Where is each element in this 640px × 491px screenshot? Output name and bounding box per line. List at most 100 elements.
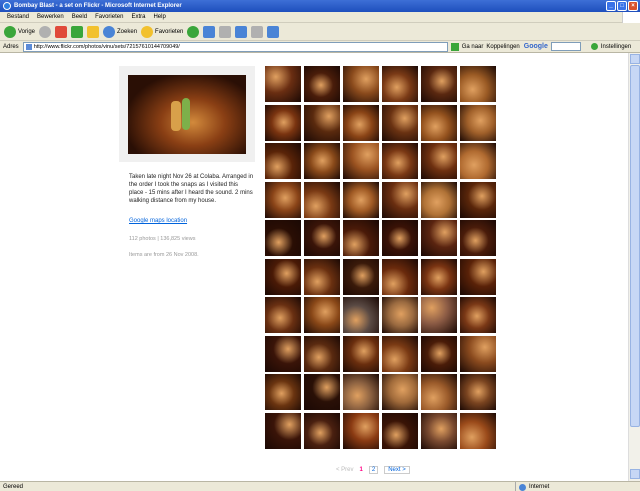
photo-thumbnail[interactable] — [265, 220, 301, 256]
photo-thumbnail[interactable] — [343, 374, 379, 410]
scroll-thumb[interactable] — [630, 65, 640, 427]
minimize-button[interactable]: _ — [606, 1, 616, 11]
photo-thumbnail[interactable] — [382, 297, 418, 333]
favorites-button[interactable]: Favorieten — [141, 25, 183, 38]
google-search-input[interactable] — [550, 42, 581, 51]
photo-thumbnail[interactable] — [265, 104, 301, 141]
refresh-icon[interactable] — [71, 25, 84, 38]
menu-bewerken[interactable]: Bewerken — [33, 14, 68, 20]
photo-thumbnail[interactable] — [265, 66, 301, 102]
print-icon[interactable] — [219, 25, 232, 38]
photo-thumbnail[interactable] — [265, 258, 301, 295]
photo-thumbnail[interactable] — [382, 181, 418, 218]
photo-thumbnail[interactable] — [265, 181, 301, 218]
photo-thumbnail[interactable] — [421, 335, 457, 372]
photo-thumbnail[interactable] — [460, 374, 496, 410]
search-button[interactable]: Zoeken — [103, 25, 137, 38]
maximize-button[interactable]: □ — [617, 1, 627, 11]
photo-thumbnail[interactable] — [460, 335, 496, 372]
home-icon[interactable] — [87, 25, 100, 38]
photo-thumbnail[interactable] — [421, 297, 457, 333]
photo-thumbnail[interactable] — [343, 297, 379, 333]
photo-thumbnail[interactable] — [460, 220, 496, 256]
photo-thumbnail[interactable] — [382, 66, 418, 102]
settings-icon[interactable] — [590, 43, 598, 50]
close-button[interactable]: × — [628, 1, 638, 11]
photo-thumbnail[interactable] — [421, 143, 457, 179]
photo-thumbnail[interactable] — [304, 374, 340, 410]
photo-thumbnail[interactable] — [343, 335, 379, 372]
photo-thumbnail[interactable] — [343, 220, 379, 256]
page-2[interactable]: 2 — [368, 466, 379, 474]
photo-thumbnail[interactable] — [460, 104, 496, 141]
menu-bar: Bestand Bewerken Beeld Favorieten Extra … — [0, 12, 640, 23]
menu-extra[interactable]: Extra — [127, 14, 149, 20]
photo-thumbnail[interactable] — [304, 66, 340, 102]
menu-favorieten[interactable]: Favorieten — [91, 14, 127, 20]
photo-thumbnail[interactable] — [460, 181, 496, 218]
photo-thumbnail[interactable] — [343, 66, 379, 102]
photo-thumbnail[interactable] — [421, 181, 457, 218]
photo-thumbnail[interactable] — [304, 181, 340, 218]
forward-arrow-icon[interactable] — [39, 25, 52, 38]
photo-thumbnail[interactable] — [343, 412, 379, 449]
photo-thumbnail[interactable] — [265, 374, 301, 410]
menu-beeld[interactable]: Beeld — [68, 14, 91, 20]
settings-button[interactable]: Instellingen — [601, 44, 631, 50]
menu-help[interactable]: Help — [149, 14, 169, 20]
photo-thumbnail[interactable] — [304, 297, 340, 333]
google-logo: Google — [523, 43, 548, 50]
photo-thumbnail[interactable] — [460, 297, 496, 333]
photo-thumbnail[interactable] — [421, 412, 457, 449]
links-button[interactable]: Koppelingen — [486, 44, 519, 50]
photo-thumbnail[interactable] — [460, 412, 496, 449]
photo-thumbnail[interactable] — [421, 66, 457, 102]
back-button[interactable]: Vorige — [4, 25, 35, 38]
photo-thumbnail[interactable] — [460, 258, 496, 295]
photo-thumbnail[interactable] — [343, 258, 379, 295]
photo-thumbnail[interactable] — [265, 297, 301, 333]
photo-grid — [265, 66, 496, 450]
messenger-icon[interactable] — [267, 25, 280, 38]
photo-thumbnail[interactable] — [421, 220, 457, 256]
history-icon[interactable] — [187, 25, 200, 38]
edit-icon[interactable] — [235, 25, 248, 38]
scroll-down-arrow[interactable] — [630, 469, 640, 479]
photo-thumbnail[interactable] — [304, 335, 340, 372]
vertical-scrollbar[interactable] — [628, 53, 640, 481]
photo-thumbnail[interactable] — [460, 66, 496, 102]
address-input[interactable]: http://www.flickr.com/photos/vinu/sets/7… — [22, 41, 448, 52]
photo-thumbnail[interactable] — [343, 143, 379, 179]
photo-thumbnail[interactable] — [382, 335, 418, 372]
photo-thumbnail[interactable] — [265, 143, 301, 179]
photo-thumbnail[interactable] — [304, 258, 340, 295]
photo-thumbnail[interactable] — [304, 220, 340, 256]
photo-thumbnail[interactable] — [304, 143, 340, 179]
menu-bestand[interactable]: Bestand — [3, 14, 33, 20]
google-maps-link[interactable]: Google maps location — [129, 218, 187, 224]
mail-icon[interactable] — [203, 25, 216, 38]
go-button[interactable]: Ga naar — [462, 44, 484, 50]
photo-thumbnail[interactable] — [343, 181, 379, 218]
scroll-up-arrow[interactable] — [630, 54, 640, 64]
photo-thumbnail[interactable] — [265, 412, 301, 449]
photo-thumbnail[interactable] — [265, 335, 301, 372]
photo-thumbnail[interactable] — [421, 258, 457, 295]
photo-thumbnail[interactable] — [382, 143, 418, 179]
photo-thumbnail[interactable] — [343, 104, 379, 141]
photo-thumbnail[interactable] — [382, 374, 418, 410]
go-arrow-icon[interactable] — [450, 42, 459, 51]
photo-thumbnail[interactable] — [382, 258, 418, 295]
next-page[interactable]: Next > — [384, 466, 410, 474]
photo-thumbnail[interactable] — [304, 104, 340, 141]
photo-thumbnail[interactable] — [304, 412, 340, 449]
photo-thumbnail[interactable] — [421, 374, 457, 410]
set-thumbnail[interactable] — [119, 66, 255, 162]
photo-thumbnail[interactable] — [421, 104, 457, 141]
discuss-icon[interactable] — [251, 25, 264, 38]
photo-thumbnail[interactable] — [382, 104, 418, 141]
photo-thumbnail[interactable] — [460, 143, 496, 179]
photo-thumbnail[interactable] — [382, 220, 418, 256]
stop-icon[interactable] — [55, 25, 68, 38]
photo-thumbnail[interactable] — [382, 412, 418, 449]
